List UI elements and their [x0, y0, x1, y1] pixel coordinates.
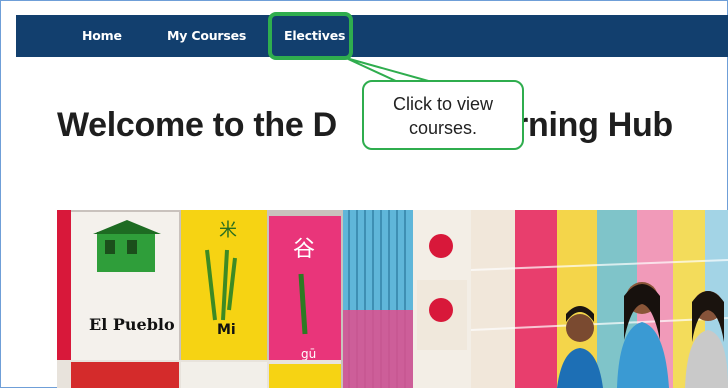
svg-text:米: 米 — [219, 220, 237, 241]
top-navigation-bar: Home My Courses Electives — [16, 15, 728, 57]
hero-banner-image: El Pueblo 米 Mi 谷 gū — [57, 210, 728, 388]
tooltip-callout: Click to view courses. — [362, 80, 524, 150]
page-title-left: Welcome to the D — [57, 106, 337, 144]
nav-my-courses-link[interactable]: My Courses — [167, 15, 246, 57]
svg-text:谷: 谷 — [293, 237, 315, 262]
electives-highlight-box — [268, 12, 353, 60]
nav-home-link[interactable]: Home — [82, 15, 122, 57]
sign-el-pueblo: El Pueblo — [89, 315, 175, 334]
callout-line-2: courses. — [408, 118, 478, 138]
sign-gu: gū — [301, 347, 316, 361]
callout-line-1: Click to view — [392, 94, 494, 114]
mural-photo: El Pueblo 米 Mi 谷 gū — [57, 210, 728, 388]
sign-mi: Mi — [217, 322, 236, 338]
